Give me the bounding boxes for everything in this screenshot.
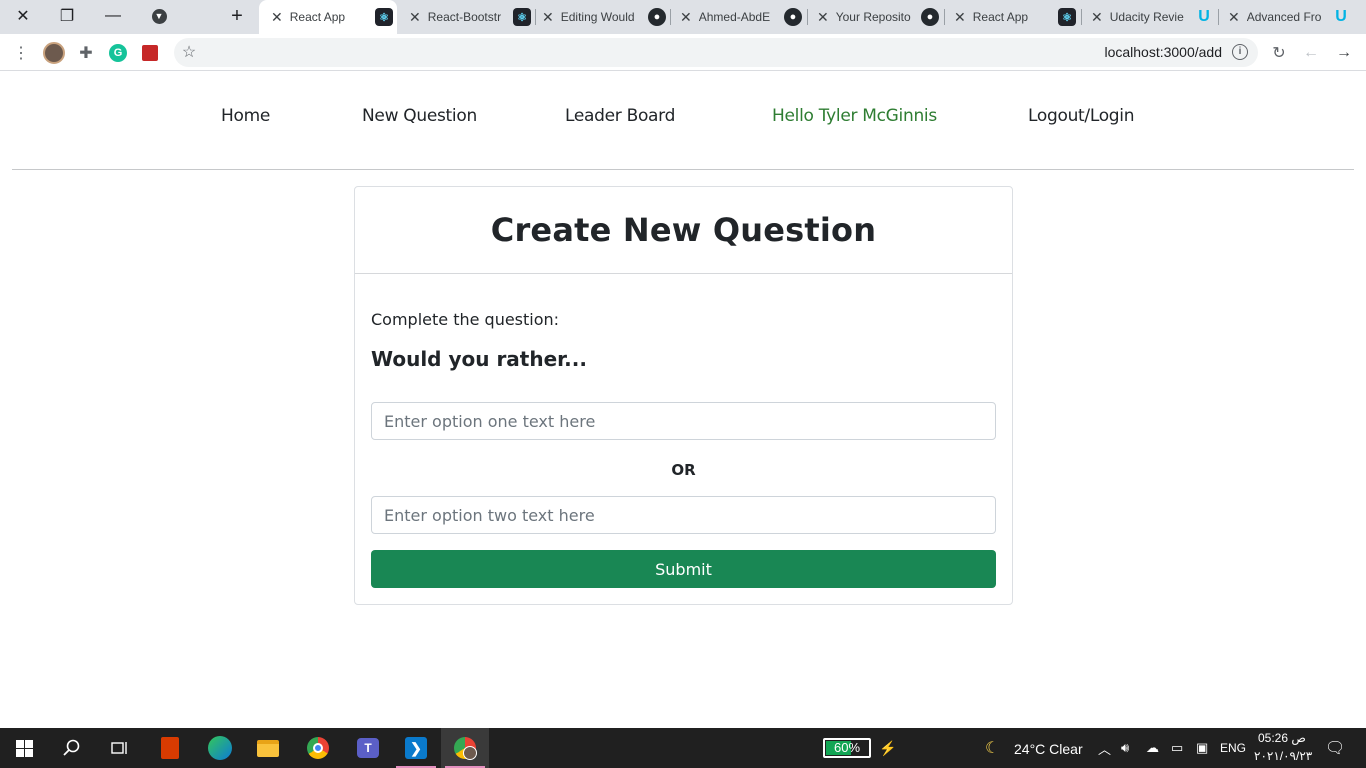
tab-close-icon[interactable]: ✕ xyxy=(1091,9,1103,26)
user-greeting: Hello Tyler McGinnis xyxy=(772,106,937,126)
site-info-icon[interactable]: i xyxy=(1232,44,1248,60)
forward-arrow-icon[interactable]: → xyxy=(1333,42,1355,64)
udacity-favicon-icon: U xyxy=(1335,8,1347,25)
udacity-favicon-icon: U xyxy=(1198,8,1210,25)
battery-percent-label: 60% xyxy=(833,740,861,755)
tab-udacity-review[interactable]: ✕ Udacity Revie U xyxy=(1083,0,1217,34)
tab-close-icon[interactable]: ✕ xyxy=(271,9,283,26)
tab-close-icon[interactable]: ✕ xyxy=(680,9,692,26)
card-title: Create New Question xyxy=(490,211,877,249)
or-divider-label: OR xyxy=(671,461,696,479)
weather-moon-icon: ☾ xyxy=(985,740,1000,757)
language-indicator[interactable]: ENG xyxy=(1220,741,1246,755)
tab-title: Editing Would xyxy=(560,10,635,24)
new-question-card: Create New Question Complete the questio… xyxy=(354,186,1013,605)
option-one-input[interactable] xyxy=(371,402,996,440)
windows-start-icon[interactable] xyxy=(0,728,48,768)
github-favicon-icon: ● xyxy=(921,8,939,26)
tab-separator xyxy=(807,9,808,25)
nav-divider xyxy=(12,169,1354,170)
react-favicon-icon: ⚛ xyxy=(375,8,393,26)
tab-editing-would[interactable]: ✕ Editing Would ● xyxy=(536,0,670,34)
tab-title: React App xyxy=(289,10,346,24)
weather-text[interactable]: 24°C Clear xyxy=(1014,741,1083,757)
question-prompt: Complete the question: xyxy=(371,310,560,329)
browser-tab-strip: ✕ ❐ — ▼ + ✕ React App ⚛ ✕ React-Bootstr … xyxy=(0,0,1366,34)
address-bar[interactable]: ☆ localhost:3000/add i xyxy=(174,38,1258,67)
chrome-profile-icon[interactable] xyxy=(441,728,489,768)
tab-ahmed-abde[interactable]: ✕ Ahmed-AbdE ● xyxy=(672,0,806,34)
reload-icon[interactable]: ↻ xyxy=(1268,42,1290,64)
tab-close-icon[interactable]: ✕ xyxy=(542,9,554,26)
url-text: localhost:3000/add xyxy=(1104,44,1222,60)
tab-react-bootstrap[interactable]: ✕ React-Bootstr ⚛ xyxy=(397,0,535,34)
onedrive-cloud-icon[interactable]: ☁ xyxy=(1146,740,1159,756)
clock-date[interactable]: ٢٠٢١/٠٩/٢٣ xyxy=(1254,749,1312,763)
profile-avatar-icon[interactable] xyxy=(43,42,65,64)
tab-your-repository[interactable]: ✕ Your Reposito ● xyxy=(809,0,943,34)
tab-close-icon[interactable]: ✕ xyxy=(1228,9,1240,26)
react-bootstrap-favicon-icon: ⚛ xyxy=(513,8,531,26)
close-window-icon[interactable]: ✕ xyxy=(0,0,46,32)
extension-red-icon[interactable] xyxy=(139,42,161,64)
volume-icon[interactable]: 🔊︎ xyxy=(1121,740,1129,756)
github-favicon-icon: ● xyxy=(784,8,802,26)
minimize-window-icon[interactable]: — xyxy=(90,0,136,32)
tab-close-icon[interactable]: ✕ xyxy=(954,9,966,26)
tab-title: Advanced Fro xyxy=(1246,10,1322,24)
notifications-icon[interactable]: 🗨︎ xyxy=(1325,738,1345,758)
chrome-icon[interactable] xyxy=(294,728,342,768)
task-view-icon[interactable] xyxy=(96,728,144,768)
charging-plug-icon: ⚡ xyxy=(879,740,897,756)
react-favicon-icon: ⚛ xyxy=(1058,8,1076,26)
meet-now-icon[interactable]: ▣ xyxy=(1196,740,1208,756)
vscode-icon[interactable]: ❯ xyxy=(392,728,440,768)
menu-kebab-icon[interactable]: ⋮ xyxy=(10,42,32,64)
tab-separator xyxy=(944,9,945,25)
network-icon[interactable]: ▭ xyxy=(1171,740,1183,756)
card-header: Create New Question xyxy=(355,187,1012,274)
browser-toolbar: ⋮ ✚ G ☆ localhost:3000/add i ↻ ← → xyxy=(0,34,1366,71)
tab-title: React-Bootstr xyxy=(427,10,502,24)
bookmark-star-icon[interactable]: ☆ xyxy=(178,41,200,63)
battery-indicator[interactable]: 60% xyxy=(823,738,871,758)
page-content: Home New Question Leader Board Hello Tyl… xyxy=(0,71,1366,728)
tab-title: Ahmed-AbdE xyxy=(698,10,771,24)
search-icon[interactable] xyxy=(48,728,96,768)
extensions-puzzle-icon[interactable]: ✚ xyxy=(75,42,97,64)
restore-window-icon[interactable]: ❐ xyxy=(44,0,90,32)
tab-close-icon[interactable]: ✕ xyxy=(817,9,829,26)
tab-title: Your Reposito xyxy=(835,10,911,24)
tab-separator xyxy=(1218,9,1219,25)
submit-button[interactable]: Submit xyxy=(371,550,996,588)
clock-time[interactable]: 05:26 ص xyxy=(1258,731,1306,745)
back-arrow-icon[interactable]: ← xyxy=(1300,42,1322,64)
github-favicon-icon: ● xyxy=(648,8,666,26)
tab-react-app-active[interactable]: ✕ React App ⚛ xyxy=(259,0,397,34)
nav-new-question-link[interactable]: New Question xyxy=(362,106,477,126)
tab-advanced-front[interactable]: ✕ Advanced Fro U xyxy=(1220,0,1354,34)
new-tab-button[interactable]: + xyxy=(214,0,260,32)
nav-leader-board-link[interactable]: Leader Board xyxy=(565,106,675,126)
grammarly-icon[interactable]: G xyxy=(107,42,129,64)
edge-icon[interactable] xyxy=(196,728,244,768)
option-two-input[interactable] xyxy=(371,496,996,534)
tab-react-app[interactable]: ✕ React App ⚛ xyxy=(946,0,1080,34)
tab-search-icon[interactable]: ▼ xyxy=(136,0,182,32)
tab-separator xyxy=(1081,9,1082,25)
nav-home-link[interactable]: Home xyxy=(221,106,270,126)
file-explorer-icon[interactable] xyxy=(244,728,292,768)
tab-title: React App xyxy=(972,10,1029,24)
tray-chevron-up-icon[interactable]: ︿ xyxy=(1098,739,1111,758)
tab-title: Udacity Revie xyxy=(1109,10,1184,24)
nav-logout-link[interactable]: Logout/Login xyxy=(1028,106,1135,126)
tab-separator xyxy=(670,9,671,25)
teams-icon[interactable]: T xyxy=(344,728,392,768)
tab-close-icon[interactable]: ✕ xyxy=(409,9,421,26)
would-you-rather-heading: Would you rather... xyxy=(371,347,587,371)
taskbar: T ❯ 60% ⚡ ☾ 24°C Clear ︿ 🔊︎ ☁ ▭ ▣ ENG 05… xyxy=(0,728,1366,768)
office-icon[interactable] xyxy=(146,728,194,768)
